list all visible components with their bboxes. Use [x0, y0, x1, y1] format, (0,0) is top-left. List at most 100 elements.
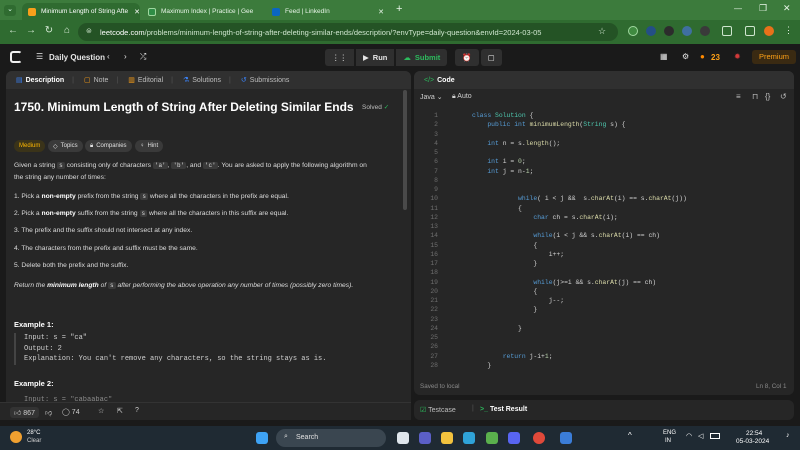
browser-menu-icon[interactable]: ⋮ — [784, 25, 793, 36]
braces-icon[interactable]: {} — [765, 92, 770, 101]
topics-chip[interactable]: ◇ Topics — [48, 140, 83, 152]
wifi-icon[interactable]: ◠ — [686, 432, 692, 440]
new-tab-button[interactable]: + — [396, 3, 402, 15]
site-info-icon[interactable]: ⊜ — [86, 27, 92, 35]
timer-icon[interactable]: ⏰ — [455, 49, 479, 66]
bookmark-icon[interactable]: ⊓ — [752, 92, 758, 101]
code-line[interactable]: int i = 0; — [472, 158, 525, 165]
like-button[interactable]: 👍︎ 867 — [10, 407, 39, 418]
reset-icon[interactable]: ↺ — [780, 92, 787, 101]
code-line[interactable]: public int minimumLength(String s) { — [472, 121, 625, 128]
browser-tab-gfg[interactable]: Maximum Index | Practice | Gee ✕ — [142, 3, 254, 20]
tab-submissions[interactable]: ↺ Submissions — [241, 76, 290, 85]
tray-photos-icon[interactable] — [560, 432, 572, 444]
debug-button[interactable]: ⋮⋮ — [325, 49, 354, 66]
code-line[interactable]: char ch = s.charAt(i); — [472, 214, 617, 221]
settings-gear-icon[interactable]: ⚙ — [682, 52, 689, 61]
code-line[interactable]: while(j>=i && s.charAt(j) == ch) — [472, 279, 656, 286]
hint-chip[interactable]: ♀ Hint — [135, 140, 164, 152]
submit-button[interactable]: ☁ Submit — [396, 49, 448, 66]
back-icon[interactable]: ← — [6, 25, 20, 36]
close-tab-icon[interactable]: ✕ — [372, 8, 384, 16]
language-select[interactable]: Java ⌄ — [420, 93, 443, 101]
share-icon[interactable]: ⇱ — [117, 407, 123, 415]
companies-chip[interactable]: 🔒︎ Companies — [85, 140, 132, 152]
language-indicator[interactable]: ENG — [663, 430, 676, 436]
next-problem-icon[interactable]: › — [124, 52, 127, 61]
profile-avatar[interactable] — [764, 26, 774, 36]
edge-icon[interactable] — [463, 432, 475, 444]
code-line[interactable]: { — [472, 288, 537, 295]
premium-button[interactable]: Premium — [752, 50, 796, 64]
browser-tab-linkedin[interactable]: Feed | LinkedIn ✕ — [266, 3, 390, 20]
weather-icon[interactable] — [10, 431, 22, 443]
layout-icon[interactable]: ▦ — [660, 52, 668, 61]
prev-problem-icon[interactable]: ‹ — [107, 52, 110, 61]
avatar[interactable]: ✹ — [734, 52, 741, 61]
code-line[interactable]: int n = s.length(); — [472, 140, 560, 147]
browser-tab-leetcode[interactable]: Minimum Length of String Afte ✕ — [22, 3, 140, 20]
tab-note[interactable]: ▢ Note — [84, 76, 108, 85]
code-line[interactable]: i++; — [472, 251, 564, 258]
auto-mode-toggle[interactable]: 🔒︎ Auto — [452, 93, 472, 101]
code-line[interactable]: } — [472, 325, 522, 332]
code-line[interactable]: } — [472, 362, 491, 369]
bookmark-star-icon[interactable]: ☆ — [598, 26, 606, 37]
code-line[interactable]: } — [472, 260, 537, 267]
code-line[interactable]: while( i < j && s.charAt(i) == s.charAt(… — [472, 195, 687, 202]
task-view-icon[interactable] — [397, 432, 409, 444]
close-window-icon[interactable]: ✕ — [783, 3, 791, 14]
code-line[interactable]: class Solution { — [472, 112, 533, 119]
tab-test-result[interactable]: >_ Test Result — [480, 406, 527, 413]
thumbs-down-icon[interactable]: 👎︎ — [45, 408, 52, 417]
tab-search-button[interactable]: ⌄ — [4, 5, 16, 16]
favorite-star-icon[interactable]: ☆ — [98, 407, 104, 415]
help-icon[interactable]: ? — [135, 407, 139, 414]
notes-icon[interactable]: ▢ — [480, 49, 502, 66]
extension-icon-4[interactable] — [682, 26, 692, 36]
code-line[interactable]: j--; — [472, 297, 564, 304]
chrome-icon[interactable] — [533, 432, 545, 444]
code-line[interactable]: return j-i+1; — [472, 353, 553, 360]
tab-testcase[interactable]: ☑ Testcase — [420, 406, 456, 414]
clock-date[interactable]: 05-03-2024 — [736, 438, 769, 445]
sidepanel-icon[interactable] — [745, 26, 755, 36]
teams-icon[interactable] — [419, 432, 431, 444]
windows-start-icon[interactable] — [256, 432, 268, 444]
clock-time[interactable]: 22:54 — [746, 430, 762, 437]
code-line[interactable]: { — [472, 242, 537, 249]
random-problem-icon[interactable]: ⤮ — [140, 52, 146, 62]
leetcode-logo-icon[interactable] — [10, 51, 22, 63]
url-bar[interactable]: ⊜ leetcode.com/problems/minimum-length-o… — [78, 23, 618, 41]
reload-icon[interactable]: ↻ — [42, 25, 56, 36]
extension-icon-3[interactable] — [664, 26, 674, 36]
tray-overflow-icon[interactable]: ^ — [628, 431, 632, 440]
problem-list-icon[interactable]: ☰ — [36, 52, 43, 61]
notification-bell-icon[interactable]: ♪ — [786, 432, 790, 439]
tab-editorial[interactable]: ▥ Editorial — [128, 76, 163, 85]
tab-code[interactable]: </> Code — [424, 77, 455, 84]
extension-icon-2[interactable] — [646, 26, 656, 36]
code-editor[interactable]: 1 class Solution {2 public int minimumLen… — [418, 108, 794, 380]
home-icon[interactable]: ⌂ — [60, 25, 74, 36]
code-line[interactable]: { — [472, 205, 522, 212]
region-indicator[interactable]: IN — [665, 438, 671, 444]
minimize-icon[interactable]: — — [734, 4, 742, 13]
taskbar-search[interactable]: ⌕ Search — [276, 429, 386, 447]
description-scrollbar[interactable] — [403, 90, 407, 210]
file-explorer-icon[interactable] — [441, 432, 453, 444]
close-tab-icon[interactable]: ✕ — [128, 8, 140, 16]
daily-question-label[interactable]: Daily Question — [49, 53, 105, 62]
format-icon[interactable]: ≡ — [736, 92, 741, 101]
forward-icon[interactable]: → — [24, 25, 38, 36]
volume-icon[interactable]: ◁ — [698, 432, 703, 440]
tab-description[interactable]: ▤ Description — [16, 76, 64, 85]
code-line[interactable]: while(i < j && s.charAt(i) == ch) — [472, 232, 660, 239]
extensions-puzzle-icon[interactable] — [722, 26, 732, 36]
streak-count[interactable]: 23 — [711, 53, 720, 62]
discord-icon[interactable] — [508, 432, 520, 444]
maximize-icon[interactable]: ❐ — [759, 3, 767, 14]
code-line[interactable]: } — [472, 306, 537, 313]
tab-solutions[interactable]: ⚗ Solutions — [183, 76, 221, 85]
code-line[interactable]: int j = n-1; — [472, 168, 533, 175]
